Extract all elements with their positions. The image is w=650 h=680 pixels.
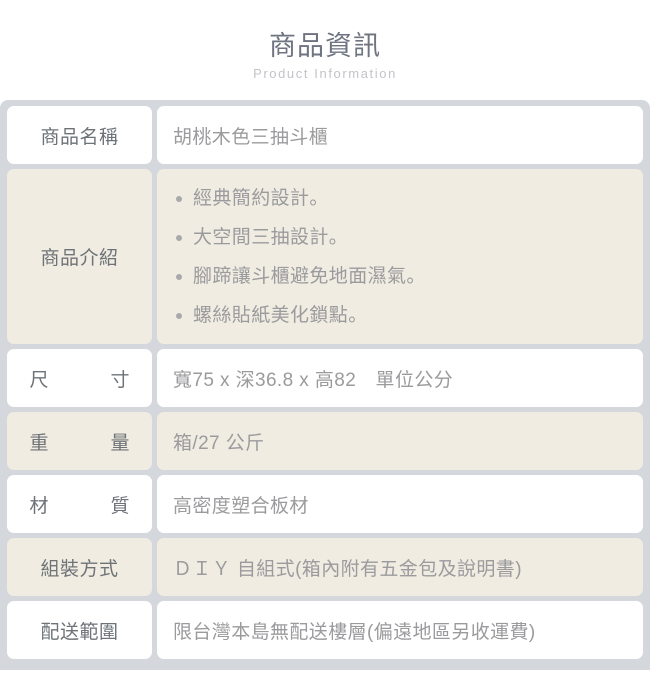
page-subtitle: Product Information: [253, 66, 397, 81]
label-char: 質: [110, 495, 130, 517]
row-label-text: 組裝方式: [40, 558, 119, 580]
row-label-cell: 重量: [7, 412, 152, 470]
feature-bullet-list: 經典簡約設計。 大空間三抽設計。 腳蹄讓斗櫃避免地面濕氣。 螺絲貼紙美化鎖點。: [173, 179, 633, 335]
row-value-text: 箱/27 公斤: [173, 432, 265, 454]
label-char: 寸: [110, 369, 130, 391]
label-char: 材: [29, 495, 49, 517]
list-item: 腳蹄讓斗櫃避免地面濕氣。: [173, 257, 633, 296]
table-row: 尺寸寬75 x 深36.8 x 高82 單位公分: [7, 349, 643, 407]
row-label-text: 配送範圍: [40, 621, 119, 643]
label-char: 量: [110, 432, 130, 454]
row-label-text: 尺寸: [30, 365, 130, 392]
row-value-cell: 經典簡約設計。 大空間三抽設計。 腳蹄讓斗櫃避免地面濕氣。 螺絲貼紙美化鎖點。: [157, 169, 643, 344]
page-title: 商品資訊: [269, 31, 381, 61]
row-value-text: 寬75 x 深36.8 x 高82 單位公分: [173, 369, 454, 391]
table-row: 材質高密度塑合板材: [7, 475, 643, 533]
row-value-cell: 限台灣本島無配送樓層(偏遠地區另收運費): [157, 601, 643, 659]
row-label-cell: 商品介紹: [7, 169, 152, 344]
label-char: 尺: [29, 369, 49, 391]
table-row: 重量箱/27 公斤: [7, 412, 643, 470]
row-value-cell: 箱/27 公斤: [157, 412, 643, 470]
list-item: 螺絲貼紙美化鎖點。: [173, 296, 633, 335]
row-label-text: 商品名稱: [40, 126, 119, 148]
row-value-text: 限台灣本島無配送樓層(偏遠地區另收運費): [173, 621, 536, 643]
row-label-text: 材質: [30, 491, 130, 518]
row-value-cell: 寬75 x 深36.8 x 高82 單位公分: [157, 349, 643, 407]
row-label-cell: 配送範圍: [7, 601, 152, 659]
list-item: 經典簡約設計。: [173, 179, 633, 218]
table-row: 商品名稱 胡桃木色三抽斗櫃: [7, 106, 643, 164]
row-value-text: 胡桃木色三抽斗櫃: [173, 126, 329, 148]
row-label-cell: 商品名稱: [7, 106, 152, 164]
row-label-cell: 尺寸: [7, 349, 152, 407]
row-label-text: 商品介紹: [40, 248, 119, 269]
table-row: 配送範圍 限台灣本島無配送樓層(偏遠地區另收運費): [7, 601, 643, 659]
row-label-cell: 材質: [7, 475, 152, 533]
list-item: 大空間三抽設計。: [173, 218, 633, 257]
row-value-cell: ＤＩＹ 自組式(箱內附有五金包及說明書): [157, 538, 643, 596]
row-value-text: 高密度塑合板材: [173, 495, 309, 517]
table-row: 組裝方式 ＤＩＹ 自組式(箱內附有五金包及說明書): [7, 538, 643, 596]
row-value-cell: 胡桃木色三抽斗櫃: [157, 106, 643, 164]
table-row: 商品介紹 經典簡約設計。 大空間三抽設計。 腳蹄讓斗櫃避免地面濕氣。 螺絲貼紙美化鎖點。: [7, 169, 643, 344]
product-information-page: 商品資訊 Product Information 商品名稱 胡桃木色三抽斗櫃商品介…: [0, 0, 650, 680]
row-label-text: 重量: [30, 428, 130, 455]
page-header: 商品資訊 Product Information: [0, 0, 650, 100]
product-info-table: 商品名稱 胡桃木色三抽斗櫃商品介紹 經典簡約設計。 大空間三抽設計。 腳蹄讓斗櫃避免地面…: [0, 100, 650, 670]
row-value-cell: 高密度塑合板材: [157, 475, 643, 533]
row-value-text: ＤＩＹ 自組式(箱內附有五金包及說明書): [173, 558, 522, 580]
label-char: 重: [29, 432, 49, 454]
row-label-cell: 組裝方式: [7, 538, 152, 596]
